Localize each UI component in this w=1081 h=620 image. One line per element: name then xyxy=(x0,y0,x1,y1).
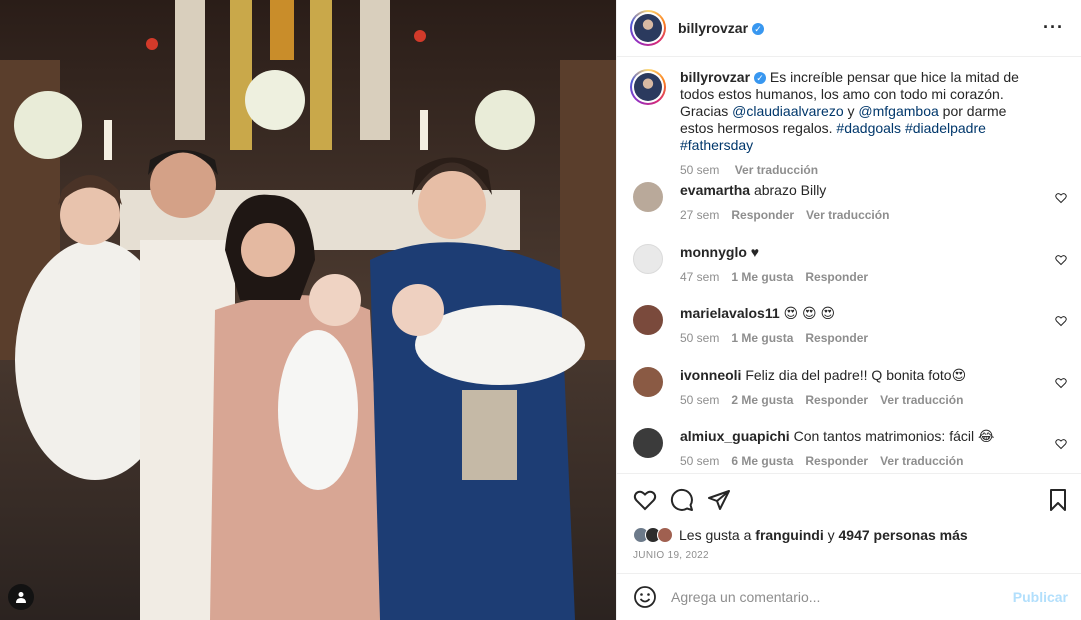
comment-username[interactable]: monnyglo xyxy=(680,244,747,260)
more-options-icon[interactable]: ··· xyxy=(1043,17,1064,38)
see-translation-button[interactable]: Ver traducción xyxy=(806,208,889,222)
comment-text: 😍 😍 😍 xyxy=(783,305,836,321)
hashtag-link[interactable]: #fathersday xyxy=(680,137,753,153)
reply-button[interactable]: Responder xyxy=(731,208,794,222)
post-side-panel: billyrovzar ✓ ··· billyrovzar ✓ Es increíb… xyxy=(616,0,1081,620)
comment-item: evamartha abrazo Billy 27 sem Responder Ve… xyxy=(633,182,1073,224)
reply-button[interactable]: Responder xyxy=(805,331,868,345)
post-photo[interactable] xyxy=(0,0,616,620)
comment-username[interactable]: ivonneoli xyxy=(680,367,741,383)
caption-text: billyrovzar ✓ Es increíble pensar que hic… xyxy=(680,69,1019,153)
liker-username[interactable]: franguindi xyxy=(755,527,823,543)
verified-badge-icon: ✓ xyxy=(754,72,767,84)
reply-button[interactable]: Responder xyxy=(805,393,868,407)
mention-link[interactable]: @claudiaalvarezo xyxy=(732,103,844,119)
comment-time[interactable]: 50 sem xyxy=(680,454,719,468)
comment-username[interactable]: evamartha xyxy=(680,182,750,198)
reply-button[interactable]: Responder xyxy=(805,270,868,284)
post-date[interactable]: JUNIO 19, 2022 xyxy=(633,550,709,561)
share-paper-plane-icon[interactable] xyxy=(707,488,731,512)
comment-item: monnyglo ♥ 47 sem 1 Me gusta Responder xyxy=(633,244,1073,286)
comment-text: ♥ xyxy=(750,244,760,260)
comment-time[interactable]: 50 sem xyxy=(680,393,719,407)
comment-time[interactable]: 27 sem xyxy=(680,208,719,222)
comment-time[interactable]: 47 sem xyxy=(680,270,719,284)
comments-list[interactable]: billyrovzar ✓ Es increíble pensar que hic… xyxy=(617,57,1081,473)
caption-username[interactable]: billyrovzar xyxy=(680,69,750,85)
tagged-users-button[interactable] xyxy=(8,584,34,610)
author-username[interactable]: billyrovzar ✓ xyxy=(678,20,765,36)
comment-likes-count[interactable]: 6 Me gusta xyxy=(731,454,793,468)
family-photo-image xyxy=(0,0,616,620)
instagram-post: billyrovzar ✓ ··· billyrovzar ✓ Es increíb… xyxy=(0,0,1081,620)
caption-author-avatar[interactable] xyxy=(630,69,666,105)
like-comment-heart-icon[interactable] xyxy=(1055,315,1067,327)
hashtag-link[interactable]: #dadgoals xyxy=(836,120,901,136)
like-comment-heart-icon[interactable] xyxy=(1055,192,1067,204)
comment-text: Feliz dia del padre!! Q bonita foto😍 xyxy=(745,367,967,383)
commenter-avatar[interactable] xyxy=(633,305,663,335)
add-comment-bar: Publicar xyxy=(617,573,1081,620)
caption-time[interactable]: 50 sem xyxy=(680,163,719,177)
author-avatar[interactable] xyxy=(630,10,666,46)
post-header: billyrovzar ✓ ··· xyxy=(617,0,1081,57)
like-comment-heart-icon[interactable] xyxy=(1055,377,1067,389)
commenter-avatar[interactable] xyxy=(633,428,663,458)
emoji-icon[interactable] xyxy=(633,585,657,609)
comment-time[interactable]: 50 sem xyxy=(680,331,719,345)
like-heart-icon[interactable] xyxy=(633,488,657,512)
user-tag-icon xyxy=(16,592,26,603)
see-translation-button[interactable]: Ver traducción xyxy=(880,393,963,407)
commenter-avatar[interactable] xyxy=(633,244,663,274)
comment-item: marielavalos11 😍 😍 😍 50 sem 1 Me gusta Res… xyxy=(633,305,1073,347)
like-comment-heart-icon[interactable] xyxy=(1055,254,1067,266)
see-translation-button[interactable]: Ver traducción xyxy=(735,163,818,177)
comment-text: Con tantos matrimonios: fácil 😂 xyxy=(793,428,995,444)
see-translation-button[interactable]: Ver traducción xyxy=(880,454,963,468)
comment-likes-count[interactable]: 2 Me gusta xyxy=(731,393,793,407)
save-bookmark-icon[interactable] xyxy=(1046,488,1070,512)
commenter-avatar[interactable] xyxy=(633,367,663,397)
comment-bubble-icon[interactable] xyxy=(670,488,694,512)
mention-link[interactable]: @mfgamboa xyxy=(858,103,938,119)
comment-username[interactable]: marielavalos11 xyxy=(680,305,780,321)
likes-summary[interactable]: Les gusta a franguindi y 4947 personas m… xyxy=(633,527,968,543)
comment-item: ivonneoli Feliz dia del padre!! Q bonita… xyxy=(633,367,1073,409)
like-comment-heart-icon[interactable] xyxy=(1055,438,1067,450)
reply-button[interactable]: Responder xyxy=(805,454,868,468)
comment-item: almiux_guapichi Con tantos matrimonios: … xyxy=(633,428,1073,470)
likes-count[interactable]: 4947 personas más xyxy=(839,527,968,543)
liker-avatar xyxy=(657,527,673,543)
verified-badge-icon: ✓ xyxy=(752,23,765,35)
post-actions: Les gusta a franguindi y 4947 personas m… xyxy=(617,473,1081,573)
publish-comment-button[interactable]: Publicar xyxy=(1013,589,1068,605)
comment-likes-count[interactable]: 1 Me gusta xyxy=(731,331,793,345)
hashtag-link[interactable]: #diadelpadre xyxy=(905,120,986,136)
comment-input[interactable] xyxy=(671,589,1001,605)
comment-text: abrazo Billy xyxy=(753,182,827,198)
commenter-avatar[interactable] xyxy=(633,182,663,212)
comment-username[interactable]: almiux_guapichi xyxy=(680,428,790,444)
post-caption: billyrovzar ✓ Es increíble pensar que hic… xyxy=(630,69,1070,179)
comment-likes-count[interactable]: 1 Me gusta xyxy=(731,270,793,284)
